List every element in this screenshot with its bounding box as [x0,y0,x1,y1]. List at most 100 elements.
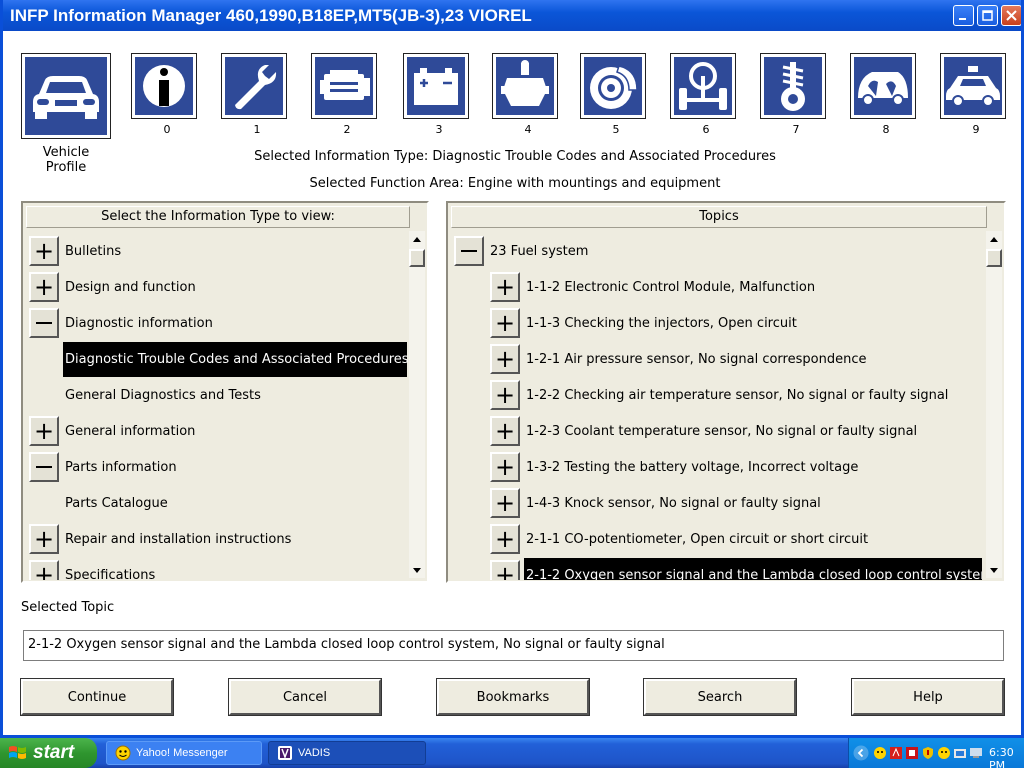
tree-item-parts-catalogue[interactable]: Parts Catalogue [63,485,170,521]
search-button[interactable]: Search [643,678,797,716]
function-area-4-button[interactable] [492,53,558,119]
topic-label: 1-1-2 Electronic Control Module, Malfunc… [526,279,816,295]
function-area-3-button[interactable] [403,53,469,119]
tree-item-diagnostic-information[interactable]: Diagnostic information [29,305,215,341]
collapse-button[interactable] [29,308,59,338]
expand-button[interactable]: + [490,344,520,374]
topic-group-fuel-system[interactable]: 23 Fuel system [454,233,590,269]
clip-area: + 2-1-2 Oxygen sensor signal and the Lam… [448,555,984,580]
scroll-thumb[interactable] [409,249,425,267]
topic-item[interactable]: + 1-2-2 Checking air temperature sensor,… [490,377,950,413]
wrench-icon [235,65,277,110]
information-type-panel[interactable]: Select the Information Type to view: + B… [21,201,429,583]
topic-item[interactable]: + 1-2-1 Air pressure sensor, No signal c… [490,341,868,377]
close-button[interactable] [1001,5,1021,26]
expand-button[interactable]: + [490,524,520,554]
body-interior-icon [858,72,908,106]
plus-icon: + [494,453,516,481]
function-area-6-number: 6 [702,123,710,136]
continue-button[interactable]: Continue [20,678,174,716]
topic-item[interactable]: + 1-1-2 Electronic Control Module, Malfu… [490,269,817,305]
display-tray-icon[interactable] [969,746,983,760]
expand-button[interactable]: + [490,560,520,580]
tree-item-diagnostic-trouble-codes[interactable]: Diagnostic Trouble Codes and Associated … [63,341,409,377]
scroll-up-button[interactable] [409,231,425,247]
function-area-0-button[interactable] [131,53,197,119]
tray-expand-icon[interactable] [853,745,869,761]
title-bar[interactable]: INFP Information Manager 460,1990,B18EP,… [3,0,1021,31]
topic-item[interactable]: + 1-3-2 Testing the battery voltage, Inc… [490,449,860,485]
acrobat-tray-icon[interactable] [889,746,903,760]
tree-item-bulletins[interactable]: + Bulletins [29,233,123,269]
tree-item-design-and-function[interactable]: + Design and function [29,269,198,305]
tree-item-label: Diagnostic Trouble Codes and Associated … [63,341,409,377]
network-tray-icon[interactable] [937,746,951,760]
topic-label: 1-2-1 Air pressure sensor, No signal cor… [526,351,867,367]
expand-button[interactable]: + [29,236,59,266]
yahoo-tray-icon[interactable] [873,746,887,760]
scroll-thumb[interactable] [986,249,1002,267]
topic-label: 1-2-2 Checking air temperature sensor, N… [526,387,949,403]
battery-icon [414,68,458,105]
car-front-icon [33,76,99,119]
scroll-up-button[interactable] [986,231,1002,247]
expand-button[interactable]: + [29,416,59,446]
tree-item-general-information[interactable]: + General information [29,413,197,449]
antivirus-tray-icon[interactable] [953,746,967,760]
tree-item-specifications[interactable]: + Specifications [29,557,157,580]
security-shield-icon[interactable] [921,746,935,760]
expand-button[interactable]: + [490,380,520,410]
taskbar-item-yahoo-messenger[interactable]: Yahoo! Messenger [106,741,262,765]
vertical-scrollbar[interactable] [986,231,1002,578]
function-area-1-button[interactable] [221,53,287,119]
minus-icon [461,250,477,252]
collapse-button[interactable] [29,452,59,482]
minimize-button[interactable] [953,5,974,26]
plus-icon: + [494,309,516,337]
maximize-icon [982,10,993,21]
topic-label: 1-2-3 Coolant temperature sensor, No sig… [526,423,918,439]
plus-icon: + [494,561,516,580]
tree-item-parts-information[interactable]: Parts information [29,449,179,485]
topic-item[interactable]: + 1-4-3 Knock sensor, No signal or fault… [490,485,823,521]
topic-item[interactable]: + 1-1-3 Checking the injectors, Open cir… [490,305,799,341]
scroll-down-button[interactable] [986,562,1002,578]
expand-button[interactable]: + [29,560,59,580]
tree-item-label: General information [65,423,196,439]
taskbar-item-vadis[interactable]: VADIS [268,741,426,765]
arrow-down-icon [413,567,421,573]
start-button[interactable]: start [0,738,97,768]
function-area-8-button[interactable] [850,53,916,119]
scroll-down-button[interactable] [409,562,425,578]
function-area-9-button[interactable] [940,53,1006,119]
collapse-button[interactable] [454,236,484,266]
topics-panel[interactable]: Topics 23 Fuel system + 1-1-2 Electronic… [446,201,1006,583]
plus-icon: + [33,237,55,265]
bookmarks-button[interactable]: Bookmarks [436,678,590,716]
topic-item[interactable]: + 2-1-1 CO-potentiometer, Open circuit o… [490,521,870,557]
function-area-5-button[interactable] [580,53,646,119]
info-icon [143,65,185,107]
function-area-7-button[interactable] [760,53,826,119]
expand-button[interactable]: + [490,452,520,482]
expand-button[interactable]: + [490,416,520,446]
function-area-0-number: 0 [163,123,171,136]
adobe-tray-icon[interactable] [905,746,919,760]
expand-button[interactable]: + [490,488,520,518]
maximize-button[interactable] [977,5,998,26]
function-area-2-button[interactable] [311,53,377,119]
topic-item[interactable]: + 1-2-3 Coolant temperature sensor, No s… [490,413,919,449]
vehicle-profile-button[interactable] [21,53,111,139]
vertical-scrollbar[interactable] [409,231,425,578]
brake-disc-icon [590,65,638,109]
expand-button[interactable]: + [29,272,59,302]
expand-button[interactable]: + [490,272,520,302]
topic-item-selected[interactable]: + 2-1-2 Oxygen sensor signal and the Lam… [490,557,982,580]
help-button[interactable]: Help [851,678,1005,716]
tree-item-label: Diagnostic information [65,315,213,331]
tree-item-general-diagnostics[interactable]: General Diagnostics and Tests [63,377,263,413]
selected-topic-field[interactable]: 2-1-2 Oxygen sensor signal and the Lambd… [23,630,1004,661]
cancel-button[interactable]: Cancel [228,678,382,716]
function-area-6-button[interactable] [670,53,736,119]
expand-button[interactable]: + [490,308,520,338]
